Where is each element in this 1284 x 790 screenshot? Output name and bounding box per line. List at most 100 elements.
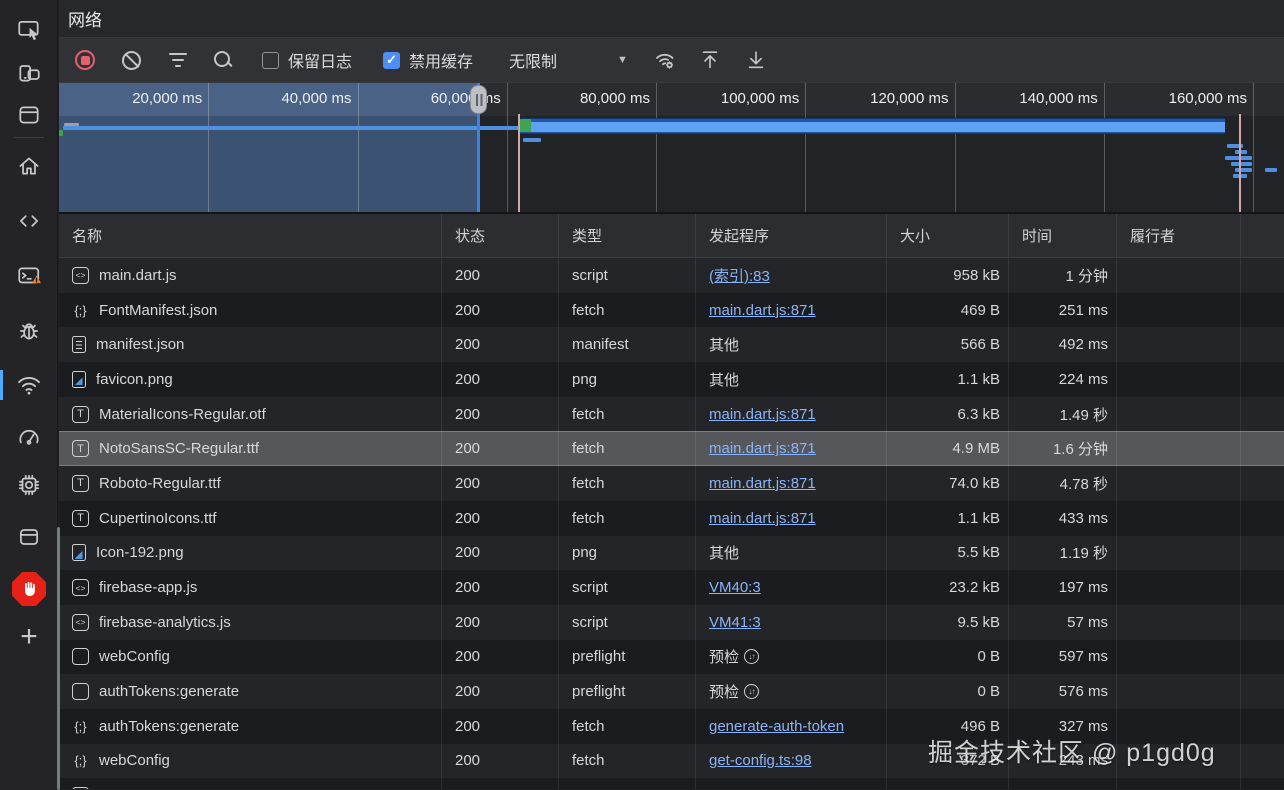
row-spacer bbox=[1241, 466, 1284, 501]
request-name: Icon-192.png bbox=[96, 544, 184, 562]
column-header-status[interactable]: 状态 bbox=[442, 214, 559, 257]
initiator-cell: 预检 ↓↑ bbox=[696, 674, 887, 709]
table-row[interactable]: T CupertinoIcons.ttf 200 fetch main.dart… bbox=[59, 500, 1284, 536]
search-icon[interactable] bbox=[213, 50, 233, 70]
name-cell: T NotoSansSC-Regular.ttf bbox=[59, 431, 442, 467]
table-row[interactable]: manifest.json 200 manifest 其他 566 B 492 … bbox=[59, 327, 1284, 363]
initiator-text: 其他 bbox=[709, 545, 740, 563]
home-icon[interactable] bbox=[0, 144, 58, 188]
disable-cache-checkbox[interactable]: ✓ bbox=[383, 51, 401, 69]
device-toolbar-icon[interactable] bbox=[0, 51, 58, 95]
column-header-type[interactable]: 类型 bbox=[559, 214, 696, 257]
console-warning-icon[interactable] bbox=[0, 254, 58, 298]
devtools-window: + 网络 保留日志 ✓ 禁用缓存 无限制 ▼ 20,000 ms 40,000 … bbox=[0, 0, 1284, 790]
disable-cache-toggle[interactable]: ✓ 禁用缓存 bbox=[383, 48, 473, 72]
doc-file-icon bbox=[72, 336, 86, 354]
scrollbar-thumb[interactable] bbox=[57, 527, 60, 790]
add-plus-icon[interactable]: + bbox=[0, 615, 58, 659]
code-icon[interactable] bbox=[0, 199, 58, 243]
status-cell: 200 bbox=[442, 743, 559, 779]
name-cell: {;} authTokens:generate bbox=[59, 708, 442, 744]
status-cell: 200 bbox=[442, 292, 559, 328]
status-cell: 200 bbox=[442, 466, 559, 501]
fulfilled-cell bbox=[1117, 570, 1241, 605]
waterfall-bar bbox=[1231, 162, 1252, 166]
initiator-link[interactable]: (索引):83 bbox=[709, 265, 770, 286]
table-row[interactable]: T MaterialIcons-Regular.otf 200 fetch ma… bbox=[59, 396, 1284, 432]
table-row[interactable]: webConfig 200 preflight 预检 ↓↑ 0 B 597 ms bbox=[59, 639, 1284, 675]
name-cell: <> firebase-analytics.js bbox=[59, 604, 442, 640]
request-name: FontManifest.json bbox=[99, 301, 218, 319]
initiator-link[interactable]: VM41:3 bbox=[709, 614, 761, 631]
table-row[interactable]: <> firebase-app.js 200 script VM40:3 23.… bbox=[59, 570, 1284, 605]
preserve-log-toggle[interactable]: 保留日志 bbox=[262, 48, 352, 72]
record-icon[interactable] bbox=[75, 50, 95, 70]
waterfall-bar bbox=[59, 130, 63, 136]
initiator-link[interactable]: main.dart.js:871 bbox=[709, 440, 816, 457]
time-cell: 197 ms bbox=[1009, 570, 1117, 605]
export-har-icon[interactable] bbox=[745, 49, 767, 71]
ruler-tick-label: 20,000 ms bbox=[132, 90, 203, 107]
ruler-gridline bbox=[954, 83, 956, 212]
memory-chip-icon[interactable] bbox=[0, 463, 58, 507]
initiator-link[interactable]: main.dart.js:871 bbox=[709, 302, 816, 319]
browser-window-icon[interactable] bbox=[0, 93, 58, 137]
font-file-icon: T bbox=[72, 509, 89, 527]
block-hand-icon[interactable] bbox=[0, 567, 58, 611]
import-har-icon[interactable] bbox=[699, 49, 721, 71]
square-file-icon bbox=[72, 787, 89, 789]
column-header-time[interactable]: 时间 bbox=[1009, 214, 1117, 257]
activity-sidebar: + bbox=[0, 0, 58, 790]
table-row[interactable] bbox=[59, 778, 1284, 789]
time-cell: 492 ms bbox=[1009, 327, 1117, 363]
json-file-icon: {;} bbox=[74, 753, 87, 769]
throttling-select[interactable]: 无限制 bbox=[509, 48, 557, 72]
fulfilled-cell bbox=[1117, 327, 1241, 363]
name-cell: favicon.png bbox=[59, 362, 442, 397]
request-name: firebase-app.js bbox=[99, 579, 198, 597]
debug-bug-icon[interactable] bbox=[0, 309, 58, 353]
status-cell: 200 bbox=[442, 500, 559, 536]
type-cell: fetch bbox=[559, 743, 696, 779]
application-window-icon[interactable] bbox=[0, 515, 58, 559]
table-row[interactable]: {;} FontManifest.json 200 fetch main.dar… bbox=[59, 292, 1284, 328]
table-row[interactable]: Icon-192.png 200 png 其他 5.5 kB 1.19 秒 bbox=[59, 535, 1284, 571]
column-header-initiator[interactable]: 发起程序 bbox=[696, 214, 887, 257]
table-row[interactable]: <> firebase-analytics.js 200 script VM41… bbox=[59, 604, 1284, 640]
column-header-fulfilled[interactable]: 履行者 bbox=[1117, 214, 1241, 257]
fulfilled-cell bbox=[1117, 362, 1241, 397]
initiator-link[interactable]: generate-auth-token bbox=[709, 718, 844, 735]
clear-icon[interactable] bbox=[122, 50, 141, 70]
timeline-overview[interactable]: 20,000 ms 40,000 ms 60,000 ms 80,000 ms 100,… bbox=[59, 83, 1284, 214]
time-cell: 1.6 分钟 bbox=[1009, 431, 1117, 467]
table-row[interactable]: favicon.png 200 png 其他 1.1 kB 224 ms bbox=[59, 362, 1284, 397]
initiator-link[interactable]: get-config.ts:98 bbox=[709, 752, 812, 769]
inspect-icon[interactable] bbox=[0, 8, 58, 52]
initiator-cell: main.dart.js:871 bbox=[696, 292, 887, 328]
request-name: main.dart.js bbox=[99, 266, 177, 284]
initiator-link[interactable]: main.dart.js:871 bbox=[709, 510, 816, 527]
table-row[interactable]: T Roboto-Regular.ttf 200 fetch main.dart… bbox=[59, 466, 1284, 501]
column-header-size[interactable]: 大小 bbox=[887, 214, 1009, 257]
table-row[interactable]: authTokens:generate 200 preflight 预检 ↓↑ 0… bbox=[59, 674, 1284, 709]
time-cell bbox=[1009, 778, 1117, 789]
filter-icon[interactable] bbox=[169, 52, 187, 68]
initiator-link[interactable]: main.dart.js:871 bbox=[709, 475, 816, 492]
column-header-name[interactable]: 名称 bbox=[59, 214, 442, 257]
network-conditions-icon[interactable] bbox=[653, 48, 677, 72]
script-file-icon: <> bbox=[72, 266, 89, 284]
column-header-spacer bbox=[1241, 214, 1284, 257]
network-wifi-icon[interactable] bbox=[0, 363, 58, 407]
table-row[interactable]: T NotoSansSC-Regular.ttf 200 fetch main.… bbox=[59, 431, 1284, 467]
table-row[interactable]: <> main.dart.js 200 script (索引):83 958 k… bbox=[59, 258, 1284, 293]
initiator-link[interactable]: VM40:3 bbox=[709, 579, 761, 596]
name-cell: {;} FontManifest.json bbox=[59, 292, 442, 328]
dropdown-caret-icon[interactable]: ▼ bbox=[617, 54, 628, 66]
sidebar-separator bbox=[14, 137, 44, 138]
initiator-link[interactable]: main.dart.js:871 bbox=[709, 406, 816, 423]
request-name: firebase-analytics.js bbox=[99, 613, 231, 631]
preserve-log-checkbox[interactable] bbox=[262, 51, 279, 69]
performance-gauge-icon[interactable] bbox=[0, 415, 58, 459]
status-cell bbox=[442, 778, 559, 789]
selection-drag-handle[interactable] bbox=[470, 85, 487, 114]
